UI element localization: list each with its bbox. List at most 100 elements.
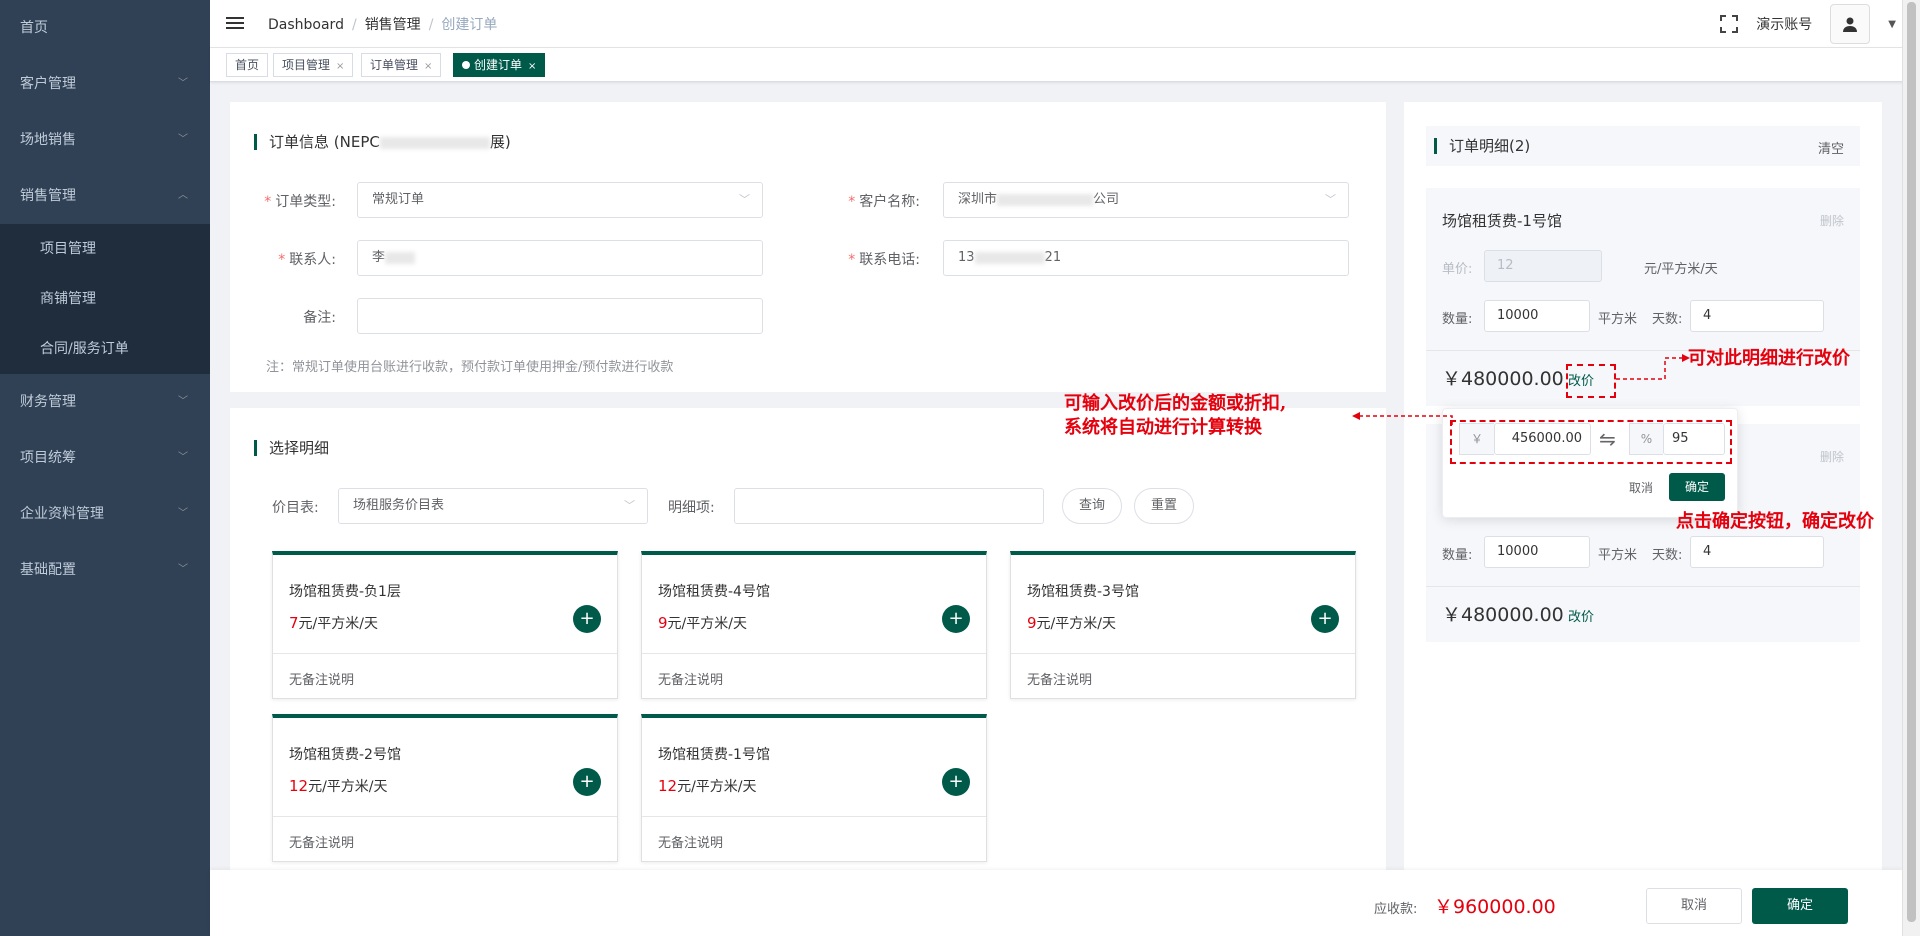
card-remark: 无备注说明: [289, 673, 355, 688]
detail-item-input[interactable]: [734, 488, 1044, 524]
plus-icon[interactable]: +: [942, 605, 970, 633]
annotation-confirm-hint: 点击确定按钮，确定改价: [1676, 511, 1874, 532]
close-icon[interactable]: ×: [528, 61, 536, 72]
price-card: 场馆租赁费-负1层 7元/平方米/天 + 无备注说明: [272, 551, 618, 699]
cancel-button[interactable]: 取消: [1646, 888, 1742, 924]
order-detail-title: 订单明细(2): [1434, 138, 1530, 154]
select-detail-title: 选择明细: [254, 440, 329, 456]
receivable-label: 应收款:: [1374, 902, 1418, 917]
order-detail-panel: 订单明细(2) 清空 场馆租赁费-1号馆 删除 单价: 12 元/平方米/天 数…: [1404, 102, 1882, 870]
price-card: 场馆租赁费-1号馆 12元/平方米/天 + 无备注说明: [641, 714, 987, 862]
chevron-down-icon: ﹀: [178, 134, 188, 145]
phone-input[interactable]: 13 21: [943, 240, 1349, 276]
query-button[interactable]: 查询: [1062, 488, 1122, 524]
sidebar-item-venue-sales[interactable]: 场地销售 ﹀: [0, 112, 210, 168]
card-remark: 无备注说明: [658, 836, 724, 851]
order-type-label: * 订单类型:: [264, 194, 336, 210]
remark-label: 备注:: [303, 310, 336, 326]
scrollbar[interactable]: [1902, 0, 1920, 936]
delete-link[interactable]: 删除: [1820, 212, 1844, 229]
tag-create-order[interactable]: 创建订单 ×: [453, 53, 546, 77]
sidebar-item-planning[interactable]: 项目统筹 ﹀: [0, 430, 210, 486]
sidebar-item-config[interactable]: 基础配置 ﹀: [0, 542, 210, 598]
footer-bar: 应收款: ￥960000.00 取消 确定: [210, 870, 1902, 936]
chevron-down-icon: ﹀: [624, 499, 635, 512]
active-dot: [462, 61, 470, 69]
avatar[interactable]: [1830, 4, 1871, 44]
highlight-box: [1450, 420, 1732, 464]
card-name: 场馆租赁费-1号馆: [658, 747, 770, 763]
days-label: 天数:: [1652, 312, 1683, 327]
chevron-down-icon: ﹀: [178, 508, 188, 519]
card-name: 场馆租赁费-3号馆: [1027, 584, 1139, 600]
card-remark: 无备注说明: [1027, 673, 1093, 688]
chevron-down-icon: ﹀: [178, 452, 188, 463]
navbar: Dashboard / 销售管理 / 创建订单 演示账号 ▼: [210, 0, 1920, 48]
card-name: 场馆租赁费-负1层: [289, 584, 401, 600]
hamburger-icon[interactable]: [226, 14, 244, 32]
chevron-down-icon: ﹀: [1325, 193, 1336, 206]
annotation-change-price: 可对此明细进行改价: [1688, 348, 1850, 369]
delete-link[interactable]: 删除: [1820, 448, 1844, 465]
sidebar-item-project[interactable]: 项目管理: [0, 224, 210, 274]
sidebar: 首页 客户管理 ﹀ 场地销售 ﹀ 销售管理 ︿ 项目管理 商铺管理 合同/服务订单 财…: [0, 0, 210, 936]
select-detail-panel: 选择明细 价目表: 场租服务价目表 ﹀ 明细项: 查询 重置 场馆租赁费-负1层 …: [230, 408, 1386, 870]
days-input[interactable]: 4: [1690, 536, 1824, 568]
chevron-up-icon: ︿: [178, 190, 188, 201]
order-detail-header: 订单明细(2) 清空: [1426, 126, 1860, 166]
item-amount: ￥480000.00: [1442, 368, 1564, 390]
annotation-input-hint: 可输入改价后的金额或折扣, 系统将自动进行计算转换: [1064, 393, 1287, 438]
price-list-select[interactable]: 场租服务价目表 ﹀: [338, 488, 648, 524]
fullscreen-icon[interactable]: [1720, 15, 1739, 33]
sidebar-item-finance[interactable]: 财务管理 ﹀: [0, 374, 210, 430]
highlight-box: [1566, 364, 1616, 398]
order-info-panel: 订单信息 (NEPC 展) * 订单类型: 常规订单 ﹀ * 客户名称: 深圳市 公司 ﹀ …: [230, 102, 1386, 392]
sidebar-item-sales[interactable]: 销售管理 ︿: [0, 168, 210, 224]
close-icon[interactable]: ×: [424, 61, 432, 72]
chevron-down-icon: ﹀: [739, 193, 750, 206]
caret-down-icon[interactable]: ▼: [1888, 19, 1896, 30]
plus-icon[interactable]: +: [1311, 605, 1339, 633]
breadcrumb-dashboard[interactable]: Dashboard: [268, 17, 344, 33]
account-name[interactable]: 演示账号: [1756, 14, 1812, 34]
customer-select[interactable]: 深圳市 公司 ﹀: [943, 182, 1349, 218]
order-info-title: 订单信息 (NEPC 展): [254, 134, 511, 150]
popover-cancel-button[interactable]: 取消: [1629, 479, 1653, 496]
sidebar-item-shop[interactable]: 商铺管理: [0, 274, 210, 324]
close-icon[interactable]: ×: [336, 61, 344, 72]
plus-icon[interactable]: +: [573, 605, 601, 633]
nav-right: 演示账号 ▼: [1720, 4, 1896, 44]
order-type-select[interactable]: 常规订单 ﹀: [357, 182, 763, 218]
tag-home[interactable]: 首页: [226, 53, 269, 77]
change-price-link[interactable]: 改价: [1568, 606, 1594, 625]
card-remark: 无备注说明: [658, 673, 724, 688]
confirm-button[interactable]: 确定: [1752, 888, 1848, 924]
clear-link[interactable]: 清空: [1818, 138, 1844, 157]
contact-input[interactable]: 李: [357, 240, 763, 276]
days-input[interactable]: 4: [1690, 300, 1824, 332]
sidebar-item-customer[interactable]: 客户管理 ﹀: [0, 56, 210, 112]
customer-label: * 客户名称:: [848, 194, 920, 210]
qty-input[interactable]: 10000: [1484, 300, 1590, 332]
tag-order[interactable]: 订单管理 ×: [361, 53, 442, 77]
reset-button[interactable]: 重置: [1134, 488, 1194, 524]
breadcrumb-sales[interactable]: 销售管理: [365, 17, 421, 33]
tag-project[interactable]: 项目管理 ×: [273, 53, 354, 77]
popover-confirm-button[interactable]: 确定: [1669, 473, 1725, 501]
breadcrumb: Dashboard / 销售管理 / 创建订单: [268, 17, 498, 33]
scrollbar-thumb[interactable]: [1907, 2, 1916, 922]
sidebar-item-contract[interactable]: 合同/服务订单: [0, 324, 210, 374]
item-name: 场馆租赁费-1号馆: [1442, 212, 1562, 230]
card-price: 12元/平方米/天: [289, 777, 388, 795]
unit-price-input: 12: [1484, 250, 1602, 282]
card-price: 7元/平方米/天: [289, 614, 378, 632]
plus-icon[interactable]: +: [942, 768, 970, 796]
detail-item: 场馆租赁费-1号馆 删除 单价: 12 元/平方米/天 数量: 10000 平方…: [1426, 188, 1860, 406]
sidebar-item-enterprise[interactable]: 企业资料管理 ﹀: [0, 486, 210, 542]
sidebar-item-home[interactable]: 首页: [0, 0, 210, 56]
plus-icon[interactable]: +: [573, 768, 601, 796]
qty-input[interactable]: 10000: [1484, 536, 1590, 568]
remark-input[interactable]: [357, 298, 763, 334]
price-card: 场馆租赁费-3号馆 9元/平方米/天 + 无备注说明: [1010, 551, 1356, 699]
tags-view: 首页 项目管理 × 订单管理 × 创建订单 ×: [210, 48, 1920, 82]
